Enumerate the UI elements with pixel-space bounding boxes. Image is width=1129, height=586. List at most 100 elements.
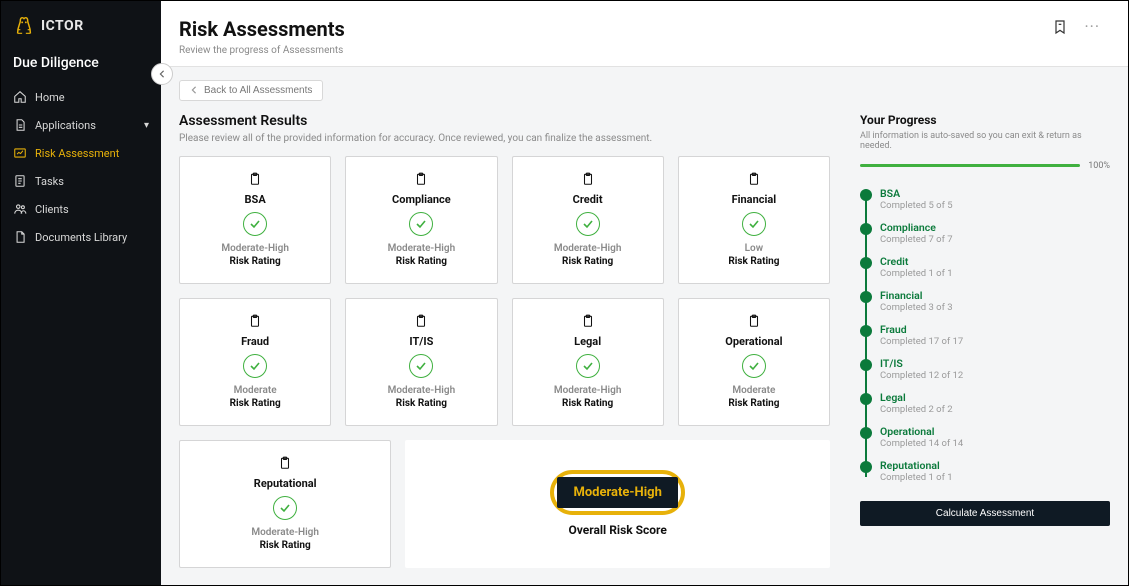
home-icon <box>13 90 27 104</box>
chevron-down-icon: ▾ <box>144 120 149 131</box>
sidebar-item-applications[interactable]: Applications ▾ <box>1 111 161 139</box>
results-title: Assessment Results <box>179 113 830 129</box>
progress-item-status: Completed 14 of 14 <box>880 438 1110 449</box>
progress-item-name: Fraud <box>880 323 1110 336</box>
library-icon <box>13 230 27 244</box>
clipboard-icon <box>248 313 262 329</box>
sidebar-item-risk-assessment[interactable]: Risk Assessment <box>1 139 161 167</box>
sidebar-item-clients[interactable]: Clients <box>1 195 161 223</box>
timeline-dot-icon <box>860 291 872 303</box>
progress-item-status: Completed 12 of 12 <box>880 370 1110 381</box>
results-grid: BSAModerate-HighRisk RatingComplianceMod… <box>179 156 830 426</box>
result-card-operational[interactable]: OperationalModerateRisk Rating <box>678 298 830 426</box>
clipboard-icon <box>248 171 262 187</box>
check-circle-icon <box>742 212 766 236</box>
progress-item-legal[interactable]: LegalCompleted 2 of 2 <box>860 391 1110 415</box>
back-button[interactable]: Back to All Assessments <box>179 80 323 101</box>
progress-item-it-is[interactable]: IT/ISCompleted 12 of 12 <box>860 357 1110 381</box>
sidebar-nav: Home Applications ▾ Risk Assessment Task… <box>1 83 161 251</box>
overall-label: Overall Risk Score <box>569 523 667 537</box>
timeline-dot-icon <box>860 325 872 337</box>
bookmark-icon[interactable] <box>1052 19 1068 35</box>
check-circle-icon <box>742 354 766 378</box>
sidebar-item-documents-library[interactable]: Documents Library <box>1 223 161 251</box>
risk-rating: LowRisk Rating <box>728 242 779 268</box>
result-card-fraud[interactable]: Fraud ModerateRisk Rating <box>179 298 331 426</box>
result-card-financial[interactable]: Financial LowRisk Rating <box>678 156 830 284</box>
risk-rating: ModerateRisk Rating <box>230 384 281 410</box>
progress-item-financial[interactable]: FinancialCompleted 3 of 3 <box>860 289 1110 313</box>
check-circle-icon <box>243 212 267 236</box>
risk-rating: Moderate-HighRisk Rating <box>251 526 319 552</box>
sidebar-item-label: Tasks <box>35 175 64 188</box>
progress-item-name: Operational <box>880 425 1110 438</box>
progress-item-name: Credit <box>880 255 1110 268</box>
progress-item-reputational[interactable]: ReputationalCompleted 1 of 1 <box>860 459 1110 483</box>
clipboard-icon <box>581 171 595 187</box>
progress-item-status: Completed 7 of 7 <box>880 234 1110 245</box>
sidebar-item-tasks[interactable]: Tasks <box>1 167 161 195</box>
progress-item-name: IT/IS <box>880 357 1110 370</box>
page-subtitle: Review the progress of Assessments <box>179 45 345 56</box>
timeline-dot-icon <box>860 359 872 371</box>
progress-note: All information is auto-saved so you can… <box>860 131 1110 151</box>
progress-item-name: Legal <box>880 391 1110 404</box>
timeline-dot-icon <box>860 189 872 201</box>
clipboard-icon <box>747 313 761 329</box>
result-card-bsa[interactable]: BSAModerate-HighRisk Rating <box>179 156 331 284</box>
collapse-sidebar-button[interactable] <box>151 63 173 85</box>
brand: ICTOR <box>1 11 161 49</box>
content-area: Back to All Assessments Assessment Resul… <box>161 66 1128 585</box>
risk-rating: Moderate-HighRisk Rating <box>221 242 289 268</box>
sidebar-item-label: Risk Assessment <box>35 147 119 160</box>
results-desc: Please review all of the provided inform… <box>179 133 830 144</box>
result-card-reputational[interactable]: ReputationalModerate-HighRisk Rating <box>179 440 391 568</box>
overall-score-panel: Moderate-High Overall Risk Score <box>405 440 830 568</box>
timeline-dot-icon <box>860 461 872 473</box>
risk-rating: Moderate-HighRisk Rating <box>554 242 622 268</box>
calculate-button[interactable]: Calculate Assessment <box>860 501 1110 526</box>
progress-item-operational[interactable]: OperationalCompleted 14 of 14 <box>860 425 1110 449</box>
progress-item-status: Completed 17 of 17 <box>880 336 1110 347</box>
progress-item-status: Completed 1 of 1 <box>880 472 1110 483</box>
page-title: Risk Assessments <box>179 17 345 41</box>
result-card-legal[interactable]: LegalModerate-HighRisk Rating <box>512 298 664 426</box>
module-title: Due Diligence <box>1 49 161 83</box>
sidebar-item-label: Clients <box>35 203 69 216</box>
card-name: Credit <box>573 193 603 206</box>
result-card-it-is[interactable]: IT/ISModerate-HighRisk Rating <box>345 298 497 426</box>
progress-item-status: Completed 2 of 2 <box>880 404 1110 415</box>
check-circle-icon <box>576 354 600 378</box>
chevron-left-icon <box>158 70 166 78</box>
progress-item-bsa[interactable]: BSACompleted 5 of 5 <box>860 187 1110 211</box>
back-button-label: Back to All Assessments <box>204 85 312 96</box>
progress-item-compliance[interactable]: ComplianceCompleted 7 of 7 <box>860 221 1110 245</box>
assessment-icon <box>13 146 27 160</box>
clients-icon <box>13 202 27 216</box>
progress-item-fraud[interactable]: FraudCompleted 17 of 17 <box>860 323 1110 347</box>
clipboard-icon <box>581 313 595 329</box>
check-circle-icon <box>409 212 433 236</box>
more-icon[interactable]: ··· <box>1084 17 1100 36</box>
header: Risk Assessments Review the progress of … <box>161 1 1128 66</box>
progress-item-name: Reputational <box>880 459 1110 472</box>
clipboard-icon <box>747 171 761 187</box>
timeline-dot-icon <box>860 393 872 405</box>
card-name: Fraud <box>241 335 269 348</box>
card-name: Compliance <box>392 193 451 206</box>
card-name: Financial <box>732 193 777 206</box>
result-card-credit[interactable]: Credit Moderate-HighRisk Rating <box>512 156 664 284</box>
overall-badge: Moderate-High <box>557 477 677 508</box>
brand-name: ICTOR <box>41 18 84 34</box>
timeline-dot-icon <box>860 427 872 439</box>
progress-bar: 100% <box>860 161 1110 171</box>
sidebar-item-label: Applications <box>35 119 96 132</box>
sidebar-item-label: Home <box>35 91 65 104</box>
sidebar-item-home[interactable]: Home <box>1 83 161 111</box>
progress-item-name: Financial <box>880 289 1110 302</box>
main: Risk Assessments Review the progress of … <box>161 1 1128 585</box>
progress-item-credit[interactable]: CreditCompleted 1 of 1 <box>860 255 1110 279</box>
clipboard-icon <box>414 313 428 329</box>
result-card-compliance[interactable]: ComplianceModerate-HighRisk Rating <box>345 156 497 284</box>
task-icon <box>13 174 27 188</box>
